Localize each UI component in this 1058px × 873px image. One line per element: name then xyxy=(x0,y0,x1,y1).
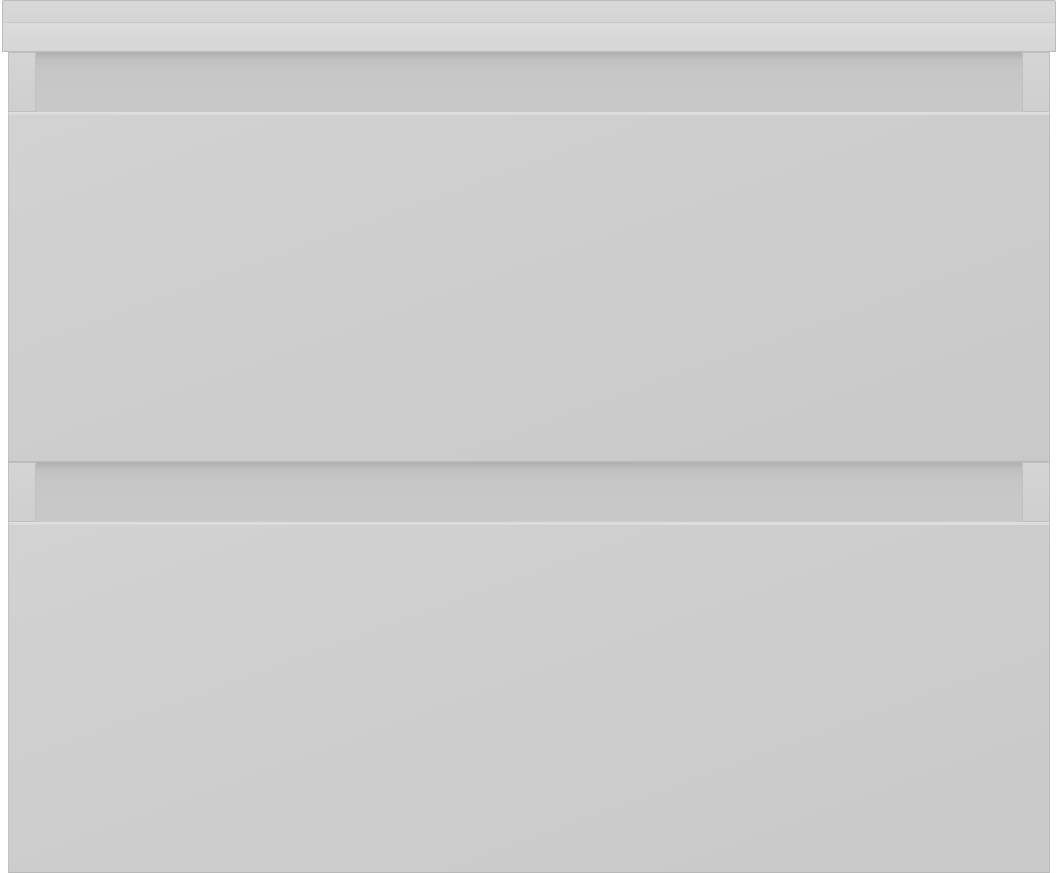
upper-drawer-edge xyxy=(9,113,1049,115)
lower-drawer-front[interactable] xyxy=(8,522,1050,873)
left-side-panel-upper xyxy=(8,52,36,112)
lower-drawer-edge xyxy=(9,523,1049,525)
upper-drawer-front[interactable] xyxy=(8,112,1050,462)
upper-recess-shadow xyxy=(36,53,1022,59)
right-side-panel-upper xyxy=(1022,52,1050,112)
lower-recess-shadow xyxy=(36,463,1022,469)
left-side-panel-lower xyxy=(8,462,36,522)
right-side-panel-lower xyxy=(1022,462,1050,522)
vanity-scene xyxy=(0,0,1058,873)
upper-handle-recess[interactable] xyxy=(36,52,1022,112)
countertop-front-edge xyxy=(2,22,1056,52)
lower-handle-recess[interactable] xyxy=(36,462,1022,522)
